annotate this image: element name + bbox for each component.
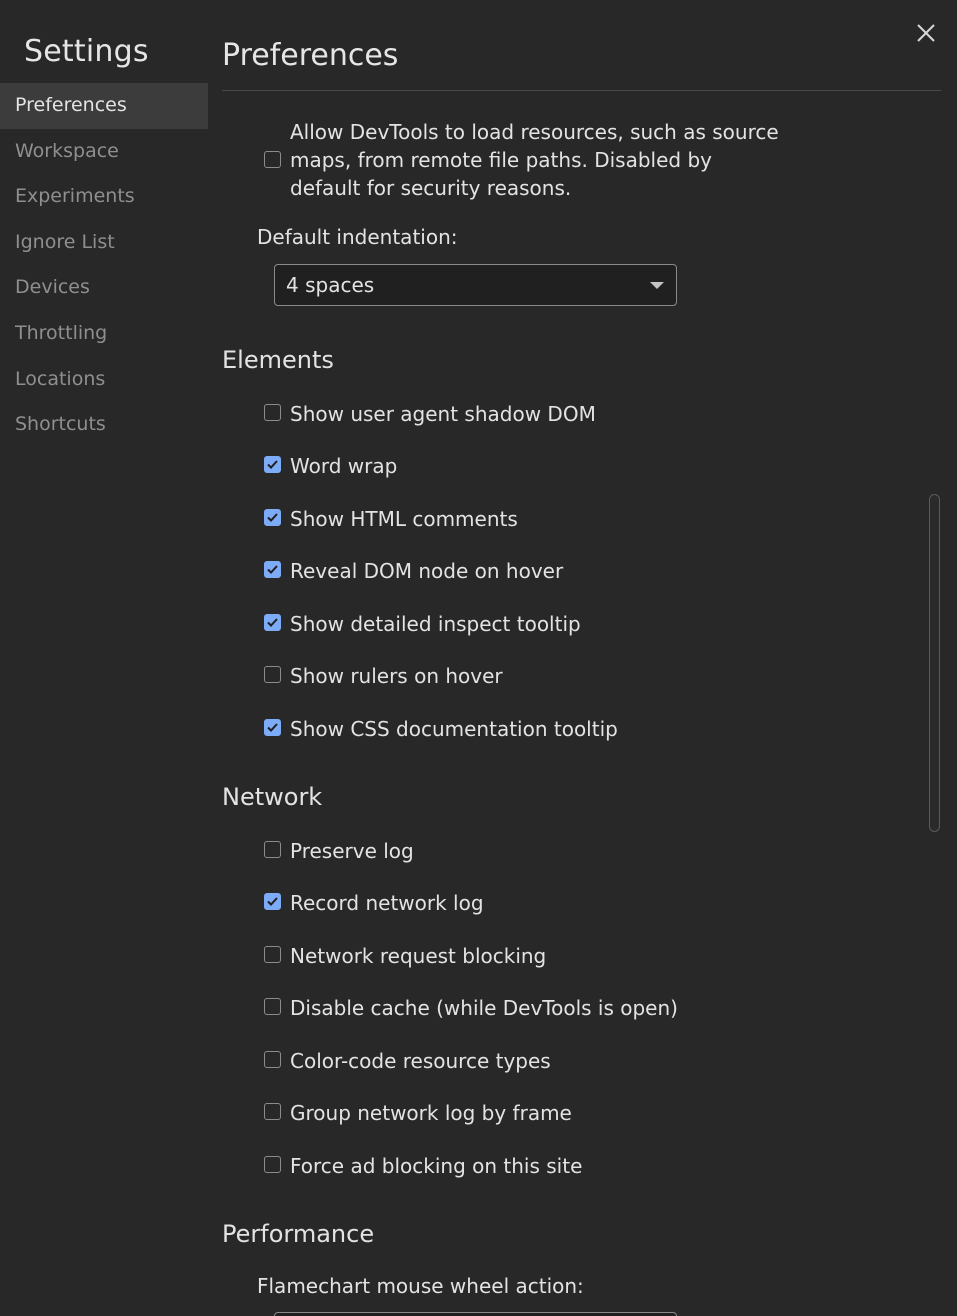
option-label: Disable cache (while DevTools is open) [290,996,678,1020]
force-ad-blocking-checkbox[interactable] [264,1156,281,1173]
default-indentation-value: 4 spaces [286,273,375,297]
option-label: Show HTML comments [290,507,518,531]
default-indentation-label: Default indentation: [257,225,458,249]
remote-file-paths-line: default for security reasons. [290,176,572,200]
show-user-agent-shadow-dom-checkbox[interactable] [264,404,281,421]
disable-cache-checkbox[interactable] [264,998,281,1015]
show-rulers-on-hover-checkbox[interactable] [264,666,281,683]
color-code-resource-types-checkbox[interactable] [264,1051,281,1068]
option-label: Force ad blocking on this site [290,1154,583,1178]
remote-file-paths-checkbox[interactable] [264,151,281,168]
option-label: Show user agent shadow DOM [290,402,596,426]
group-network-log-by-frame-checkbox[interactable] [264,1103,281,1120]
record-network-log-checkbox[interactable] [264,893,281,910]
option-label: Reveal DOM node on hover [290,559,564,583]
checkmark-icon [267,460,278,469]
section-title-performance: Performance [222,1220,375,1248]
remote-file-paths-line: Allow DevTools to load resources, such a… [290,120,779,144]
preferences-content: Allow DevTools to load resources, such a… [0,0,930,1316]
remote-file-paths-line: maps, from remote file paths. Disabled b… [290,148,712,172]
reveal-dom-node-checkbox[interactable] [264,561,281,578]
default-indentation-select[interactable]: 4 spaces [274,264,677,306]
checkmark-icon [267,897,278,906]
option-label: Record network log [290,891,484,915]
option-label: Color-code resource types [290,1049,551,1073]
option-label: Preserve log [290,839,414,863]
option-label: Show detailed inspect tooltip [290,612,581,636]
scrollbar-thumb[interactable] [929,494,940,832]
option-label: Show CSS documentation tooltip [290,717,618,741]
option-label: Show rulers on hover [290,664,503,688]
show-html-comments-checkbox[interactable] [264,509,281,526]
checkmark-icon [267,618,278,627]
section-title-elements: Elements [222,346,334,374]
network-request-blocking-checkbox[interactable] [264,946,281,963]
checkmark-icon [267,723,278,732]
show-css-documentation-tooltip-checkbox[interactable] [264,719,281,736]
word-wrap-checkbox[interactable] [264,456,281,473]
checkmark-icon [267,513,278,522]
option-label: Group network log by frame [290,1101,572,1125]
section-title-network: Network [222,783,323,811]
settings-window: Settings Preferences Workspace Experimen… [0,0,957,1316]
show-detailed-inspect-tooltip-checkbox[interactable] [264,614,281,631]
chevron-down-icon [650,282,664,289]
flamechart-mouse-wheel-label: Flamechart mouse wheel action: [257,1274,584,1298]
remote-file-paths-label: Allow DevTools to load resources, such a… [290,118,790,202]
preserve-log-checkbox[interactable] [264,841,281,858]
option-label: Word wrap [290,454,398,478]
option-label: Network request blocking [290,944,547,968]
checkmark-icon [267,565,278,574]
flamechart-mouse-wheel-select[interactable] [274,1312,677,1316]
